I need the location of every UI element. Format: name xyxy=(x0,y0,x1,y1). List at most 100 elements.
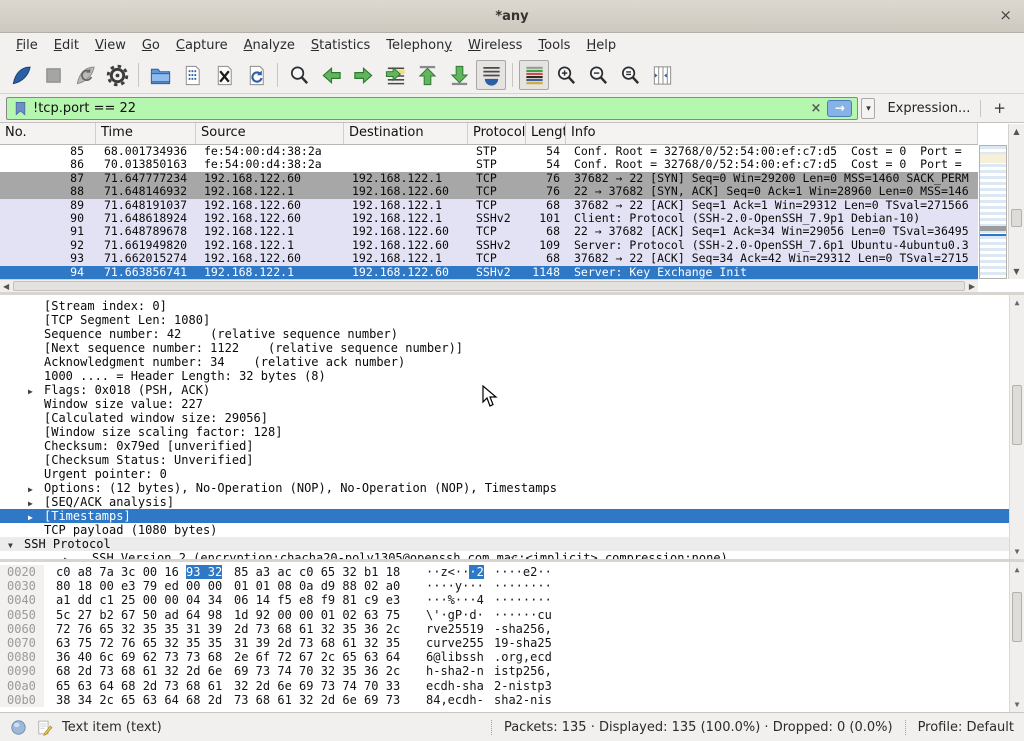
hex-row-0020[interactable]: 0020c0 a8 7a 3c 00 16 93 3285 a3 ac c0 6… xyxy=(0,565,1024,579)
go-to-packet-button[interactable] xyxy=(380,60,410,90)
expand-icon[interactable]: ▶ xyxy=(28,509,44,523)
bookmark-icon[interactable] xyxy=(13,101,28,116)
open-file-button[interactable] xyxy=(145,60,175,90)
menu-file[interactable]: File xyxy=(8,35,46,56)
packet-list-vscrollbar[interactable]: ▲ ▼ xyxy=(1008,124,1024,279)
menu-analyze[interactable]: Analyze xyxy=(236,35,303,56)
detail-line[interactable]: Acknowledgment number: 34 (relative ack … xyxy=(0,355,1024,369)
resize-columns-button[interactable] xyxy=(647,60,677,90)
expand-icon[interactable]: ▶ xyxy=(28,481,44,495)
go-last-button[interactable] xyxy=(444,60,474,90)
hex-row-0060[interactable]: 006072 76 65 32 35 35 31 392d 73 68 61 3… xyxy=(0,622,1024,636)
packet-row-94[interactable]: 9471.663856741192.168.122.1192.168.122.6… xyxy=(0,266,978,279)
find-packet-button[interactable] xyxy=(284,60,314,90)
start-capture-button[interactable] xyxy=(6,60,36,90)
zoom-reset-button[interactable] xyxy=(615,60,645,90)
packet-row-85[interactable]: 8568.001734936fe:54:00:d4:38:2aSTP54Conf… xyxy=(0,145,978,158)
column-header-destination[interactable]: Destination xyxy=(344,123,468,144)
hscroll-thumb[interactable] xyxy=(13,281,965,291)
menu-edit[interactable]: Edit xyxy=(46,35,87,56)
go-first-button[interactable] xyxy=(412,60,442,90)
scroll-up-icon[interactable]: ▲ xyxy=(1010,298,1024,307)
go-back-button[interactable] xyxy=(316,60,346,90)
packet-list-hscrollbar[interactable]: ◀ ▶ xyxy=(0,279,978,292)
menu-wireless[interactable]: Wireless xyxy=(460,35,530,56)
bytes-scroll-thumb[interactable] xyxy=(1012,592,1022,642)
column-header-length[interactable]: Length xyxy=(526,123,566,144)
expert-info-icon[interactable] xyxy=(10,719,27,736)
hex-row-00b0[interactable]: 00b038 34 2c 65 63 64 68 2d73 68 61 32 2… xyxy=(0,693,1024,707)
go-forward-button[interactable] xyxy=(348,60,378,90)
filter-field[interactable]: × → xyxy=(6,97,858,120)
detail-line[interactable]: [Stream index: 0] xyxy=(0,299,1024,313)
clear-filter-icon[interactable]: × xyxy=(805,101,828,116)
detail-line[interactable]: Sequence number: 42 (relative sequence n… xyxy=(0,327,1024,341)
detail-line[interactable]: ▼SSH Protocol xyxy=(0,537,1024,551)
menu-help[interactable]: Help xyxy=(578,35,624,56)
details-vscrollbar[interactable]: ▲ ▼ xyxy=(1009,295,1024,559)
expand-icon[interactable]: ▶ xyxy=(28,495,44,509)
apply-filter-icon[interactable]: → xyxy=(827,100,852,117)
save-file-button[interactable] xyxy=(177,60,207,90)
column-header-source[interactable]: Source xyxy=(196,123,344,144)
capture-options-button[interactable] xyxy=(102,60,132,90)
hex-row-0040[interactable]: 0040a1 dd c1 25 00 00 04 3406 14 f5 e8 f… xyxy=(0,593,1024,607)
detail-line[interactable]: [TCP Segment Len: 1080] xyxy=(0,313,1024,327)
scroll-down-icon[interactable]: ▼ xyxy=(1009,267,1024,276)
hex-row-0080[interactable]: 008036 40 6c 69 62 73 73 682e 6f 72 67 2… xyxy=(0,650,1024,664)
column-header-info[interactable]: Info xyxy=(566,123,978,144)
packet-row-91[interactable]: 9171.648789678192.168.122.1192.168.122.6… xyxy=(0,225,978,238)
detail-line[interactable]: Urgent pointer: 0 xyxy=(0,467,1024,481)
packet-row-92[interactable]: 9271.661949820192.168.122.1192.168.122.6… xyxy=(0,239,978,252)
packet-row-93[interactable]: 9371.662015274192.168.122.60192.168.122.… xyxy=(0,252,978,265)
detail-line[interactable]: [Checksum Status: Unverified] xyxy=(0,453,1024,467)
menu-view[interactable]: View xyxy=(87,35,134,56)
detail-line[interactable]: TCP payload (1080 bytes) xyxy=(0,523,1024,537)
zoom-out-button[interactable] xyxy=(583,60,613,90)
detail-line[interactable]: Checksum: 0x79ed [unverified] xyxy=(0,439,1024,453)
colorize-button[interactable] xyxy=(519,60,549,90)
titlebar[interactable]: *any × xyxy=(0,0,1024,33)
restart-capture-button[interactable] xyxy=(70,60,100,90)
detail-line[interactable]: Window size value: 227 xyxy=(0,397,1024,411)
packet-row-88[interactable]: 8871.648146932192.168.122.1192.168.122.6… xyxy=(0,185,978,198)
packet-row-87[interactable]: 8771.647777234192.168.122.60192.168.122.… xyxy=(0,172,978,185)
detail-line[interactable]: ▶[Timestamps] xyxy=(0,509,1024,523)
detail-line[interactable]: [Calculated window size: 29056] xyxy=(0,411,1024,425)
detail-line[interactable]: ▶Options: (12 bytes), No-Operation (NOP)… xyxy=(0,481,1024,495)
scroll-down-icon[interactable]: ▼ xyxy=(1010,547,1024,556)
detail-line[interactable]: ▶Flags: 0x018 (PSH, ACK) xyxy=(0,383,1024,397)
scroll-up-icon[interactable]: ▲ xyxy=(1009,127,1024,136)
expand-icon[interactable]: ▶ xyxy=(64,551,92,559)
menu-telephony[interactable]: Telephony xyxy=(378,35,460,56)
hex-row-00a0[interactable]: 00a065 63 64 68 2d 73 68 6132 2d 6e 69 7… xyxy=(0,679,1024,693)
column-header-protocol[interactable]: Protocol xyxy=(468,123,526,144)
add-filter-button[interactable]: + xyxy=(993,99,1006,117)
menu-capture[interactable]: Capture xyxy=(168,35,236,56)
hex-row-0070[interactable]: 007063 75 72 76 65 32 35 3531 39 2d 73 6… xyxy=(0,636,1024,650)
bytes-vscrollbar[interactable]: ▲ ▼ xyxy=(1009,562,1024,712)
column-header-no[interactable]: No. xyxy=(0,123,96,144)
filter-dropdown-icon[interactable]: ▾ xyxy=(861,98,875,119)
collapse-icon[interactable]: ▼ xyxy=(8,537,24,551)
expression-button[interactable]: Expression... xyxy=(887,101,970,116)
vscroll-thumb[interactable] xyxy=(1011,209,1022,227)
hex-row-0090[interactable]: 009068 2d 73 68 61 32 2d 6e69 73 74 70 3… xyxy=(0,664,1024,678)
packet-row-89[interactable]: 8971.648191037192.168.122.60192.168.122.… xyxy=(0,199,978,212)
expand-icon[interactable]: ▶ xyxy=(28,383,44,397)
menu-tools[interactable]: Tools xyxy=(530,35,578,56)
detail-line[interactable]: ▶[SEQ/ACK analysis] xyxy=(0,495,1024,509)
column-header-time[interactable]: Time xyxy=(96,123,196,144)
filter-input[interactable] xyxy=(33,101,805,116)
detail-line[interactable]: [Next sequence number: 1122 (relative se… xyxy=(0,341,1024,355)
profile-button[interactable]: Profile: Default xyxy=(918,720,1014,735)
reload-file-button[interactable] xyxy=(241,60,271,90)
close-file-button[interactable] xyxy=(209,60,239,90)
details-scroll-thumb[interactable] xyxy=(1012,385,1022,445)
menu-statistics[interactable]: Statistics xyxy=(303,35,378,56)
menu-go[interactable]: Go xyxy=(134,35,168,56)
scroll-left-icon[interactable]: ◀ xyxy=(3,282,9,291)
hex-row-0050[interactable]: 00505c 27 b2 67 50 ad 64 981d 92 00 00 0… xyxy=(0,608,1024,622)
scroll-right-icon[interactable]: ▶ xyxy=(969,282,975,291)
packet-minimap[interactable] xyxy=(979,145,1007,279)
